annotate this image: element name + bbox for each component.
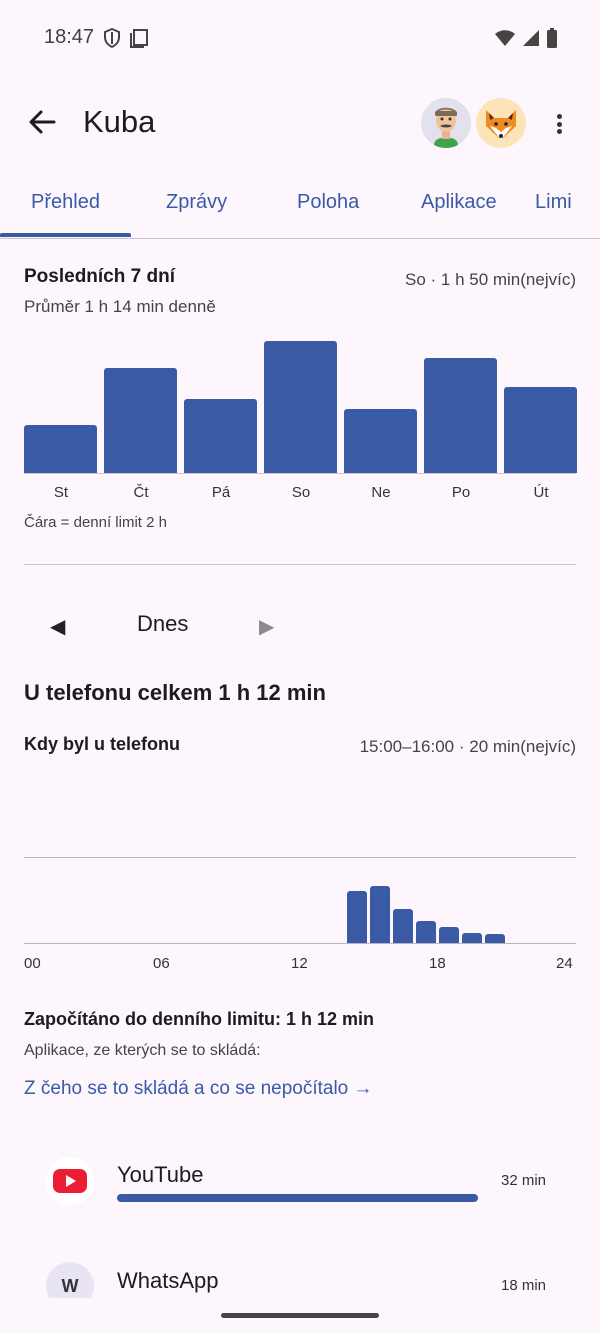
hour-bar-17 bbox=[416, 921, 436, 943]
app-item-youtube[interactable] bbox=[46, 1157, 94, 1205]
section-divider bbox=[24, 564, 576, 565]
week-legend: Čára = denní limit 2 h bbox=[24, 514, 167, 531]
day-label: Dnes bbox=[137, 611, 189, 636]
hour-bar-16 bbox=[393, 909, 413, 943]
tab-limits[interactable]: Limi bbox=[535, 191, 572, 214]
today-total: U telefonu celkem 1 h 12 min bbox=[24, 680, 326, 705]
hourly-chart-baseline bbox=[24, 943, 576, 944]
week-bar-3 bbox=[184, 399, 257, 473]
status-time: 18:47 bbox=[44, 26, 95, 48]
week-bar-2 bbox=[104, 368, 177, 473]
hour-tick-label: 24 bbox=[556, 955, 573, 972]
app-name-whatsapp: WhatsApp bbox=[117, 1268, 219, 1293]
when-peak: 15:00–16:00 · 20 min(nejvíc) bbox=[359, 737, 576, 756]
app-time-whatsapp: 18 min bbox=[501, 1277, 547, 1294]
app-name-youtube: YouTube bbox=[117, 1162, 204, 1187]
home-indicator[interactable] bbox=[221, 1313, 379, 1318]
hour-bar-19 bbox=[462, 933, 482, 943]
hourly-limit-line bbox=[24, 857, 576, 858]
youtube-icon bbox=[53, 1169, 87, 1193]
apps-intro: Aplikace, ze kterých se to skládá: bbox=[24, 1042, 261, 1059]
app-usage-bar-youtube bbox=[117, 1194, 478, 1202]
app-time-youtube: 32 min bbox=[501, 1172, 547, 1189]
avatar-child[interactable] bbox=[476, 98, 526, 148]
fox-avatar-icon bbox=[486, 110, 516, 140]
next-day-button[interactable]: ▶ bbox=[259, 614, 274, 639]
week-title: Posledních 7 dní bbox=[24, 266, 175, 287]
tab-overview[interactable]: Přehled bbox=[31, 191, 100, 214]
week-chart-baseline bbox=[24, 473, 576, 474]
whatsapp-icon: W bbox=[61, 1275, 79, 1296]
screen-icon bbox=[130, 29, 148, 48]
more-options-icon[interactable] bbox=[547, 110, 571, 138]
week-day-label: Ne bbox=[371, 484, 391, 501]
week-bar-4 bbox=[264, 341, 337, 473]
back-arrow-icon[interactable] bbox=[26, 106, 58, 138]
wifi-icon bbox=[495, 30, 515, 46]
man-avatar-icon bbox=[434, 107, 458, 148]
shield-icon bbox=[104, 28, 120, 48]
week-day-label: Čt bbox=[133, 484, 149, 501]
week-bar-7 bbox=[504, 387, 577, 473]
details-link[interactable]: Z čeho se to skládá a co se nepočítalo → bbox=[24, 1078, 373, 1100]
week-day-label: Út bbox=[533, 484, 549, 501]
avatar-parent[interactable] bbox=[421, 98, 471, 148]
battery-icon bbox=[547, 28, 557, 48]
week-peak: So · 1 h 50 min(nejvíc) bbox=[404, 270, 576, 289]
prev-day-button[interactable]: ◀ bbox=[50, 614, 65, 639]
hour-tick-label: 06 bbox=[153, 955, 170, 972]
week-day-label: So bbox=[291, 484, 311, 501]
status-icons-right bbox=[494, 28, 558, 48]
hour-bar-14 bbox=[347, 891, 367, 943]
week-bar-5 bbox=[344, 409, 417, 473]
hour-bar-15 bbox=[370, 886, 390, 943]
page-title: Kuba bbox=[83, 104, 156, 139]
when-title: Kdy byl u telefonu bbox=[24, 734, 181, 754]
hour-bar-18 bbox=[439, 927, 459, 943]
week-average: Průměr 1 h 14 min denně bbox=[24, 297, 216, 316]
tab-messages[interactable]: Zprávy bbox=[166, 191, 227, 214]
counted-limit: Započítáno do denního limitu: 1 h 12 min bbox=[24, 1009, 375, 1029]
tab-bar: Přehled Zprávy Poloha Aplikace Limi bbox=[0, 176, 600, 239]
hour-tick-label: 00 bbox=[24, 955, 41, 972]
hour-tick-label: 12 bbox=[291, 955, 308, 972]
week-bar-6 bbox=[424, 358, 497, 473]
tab-location[interactable]: Poloha bbox=[297, 191, 359, 214]
week-bar-1 bbox=[24, 425, 97, 473]
tab-apps[interactable]: Aplikace bbox=[421, 191, 497, 214]
cell-signal-icon bbox=[523, 30, 539, 46]
week-day-label: Pá bbox=[211, 484, 231, 501]
week-day-label: St bbox=[53, 484, 69, 501]
tab-indicator bbox=[0, 233, 131, 237]
hour-bar-20 bbox=[485, 934, 505, 943]
status-icons-left bbox=[103, 28, 149, 48]
hour-tick-label: 18 bbox=[429, 955, 446, 972]
week-day-label: Po bbox=[451, 484, 471, 501]
